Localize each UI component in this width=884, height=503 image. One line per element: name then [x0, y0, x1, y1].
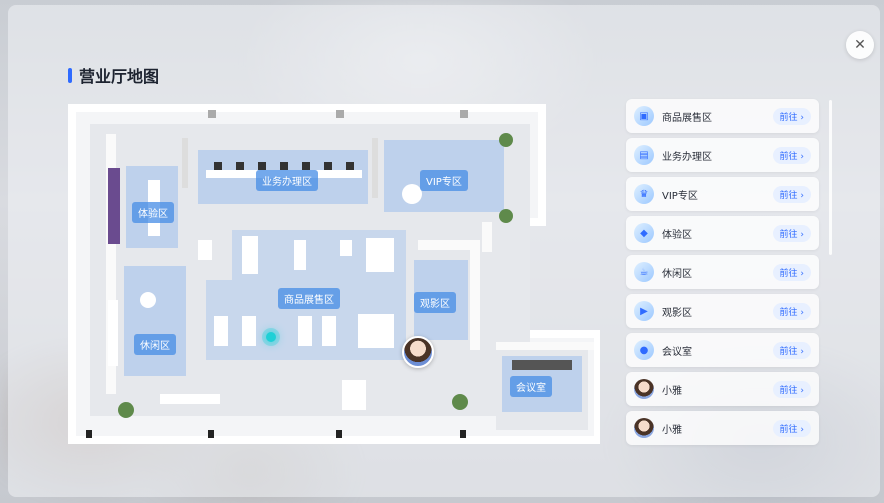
list-item-vip[interactable]: ♛ VIP专区 前往 › — [626, 177, 819, 211]
go-button[interactable]: 前往 › — [772, 263, 811, 281]
leisure-icon: ☕ — [634, 262, 654, 282]
experience-icon: ◆ — [634, 223, 654, 243]
meeting-icon: ● — [634, 340, 654, 360]
list-item-label: 商品展售区 — [662, 112, 712, 124]
go-button[interactable]: 前往 › — [772, 302, 811, 320]
list-item-xiaoya[interactable]: 小雅 前往 › — [626, 372, 819, 406]
zone-label-leisure[interactable]: 休闲区 — [134, 334, 176, 355]
go-button[interactable]: 前往 › — [772, 185, 811, 203]
go-button[interactable]: 前往 › — [772, 341, 811, 359]
current-location-marker — [266, 332, 276, 342]
list-scrollbar[interactable] — [829, 100, 832, 255]
floor-map[interactable]: 业务办理区 VIP专区 体验区 商品展售区 观影区 休闲区 会议室 — [66, 104, 600, 444]
go-button[interactable]: 前往 › — [772, 107, 811, 125]
movie-icon: ▶ — [634, 301, 654, 321]
zone-list: ▣ 商品展售区 前往 › ▤ 业务办理区 前往 › ♛ VIP专区 前往 › ◆… — [626, 99, 819, 450]
close-button[interactable]: ✕ — [846, 31, 874, 59]
zone-label-product[interactable]: 商品展售区 — [278, 288, 340, 309]
go-button[interactable]: 前往 › — [772, 146, 811, 164]
list-item-experience[interactable]: ◆ 体验区 前往 › — [626, 216, 819, 250]
page-header: 营业厅地图 — [68, 63, 159, 87]
page-title: 营业厅地图 — [79, 67, 160, 86]
zone-label-vip[interactable]: VIP专区 — [420, 170, 468, 191]
list-item-business[interactable]: ▤ 业务办理区 前往 › — [626, 138, 819, 172]
list-item-label: 休闲区 — [662, 268, 692, 280]
go-button[interactable]: 前往 › — [772, 224, 811, 242]
avatar-icon — [634, 379, 654, 399]
close-icon: ✕ — [854, 37, 866, 53]
zone-label-movie[interactable]: 观影区 — [414, 292, 456, 313]
avatar-pin-icon[interactable] — [402, 336, 434, 368]
list-item-label: 小雅 — [662, 424, 682, 436]
zone-label-experience[interactable]: 体验区 — [132, 202, 174, 223]
go-button[interactable]: 前往 › — [772, 380, 811, 398]
list-item-label: 业务办理区 — [662, 151, 712, 163]
list-item-label: 会议室 — [662, 346, 692, 358]
zone-label-business[interactable]: 业务办理区 — [256, 170, 318, 191]
list-item-label: VIP专区 — [662, 190, 698, 202]
business-icon: ▤ — [634, 145, 654, 165]
list-item-product[interactable]: ▣ 商品展售区 前往 › — [626, 99, 819, 133]
list-item-movie[interactable]: ▶ 观影区 前往 › — [626, 294, 819, 328]
list-item-label: 小雅 — [662, 385, 682, 397]
product-icon: ▣ — [634, 106, 654, 126]
list-item-label: 观影区 — [662, 307, 692, 319]
title-accent-bar — [68, 67, 72, 83]
list-item-meeting[interactable]: ● 会议室 前往 › — [626, 333, 819, 367]
avatar-icon — [634, 418, 654, 438]
vip-icon: ♛ — [634, 184, 654, 204]
list-item-label: 体验区 — [662, 229, 692, 241]
zone-label-meeting[interactable]: 会议室 — [510, 376, 552, 397]
list-item-leisure[interactable]: ☕ 休闲区 前往 › — [626, 255, 819, 289]
list-item-xiaoya-2[interactable]: 小雅 前往 › — [626, 411, 819, 445]
go-button[interactable]: 前往 › — [772, 419, 811, 437]
